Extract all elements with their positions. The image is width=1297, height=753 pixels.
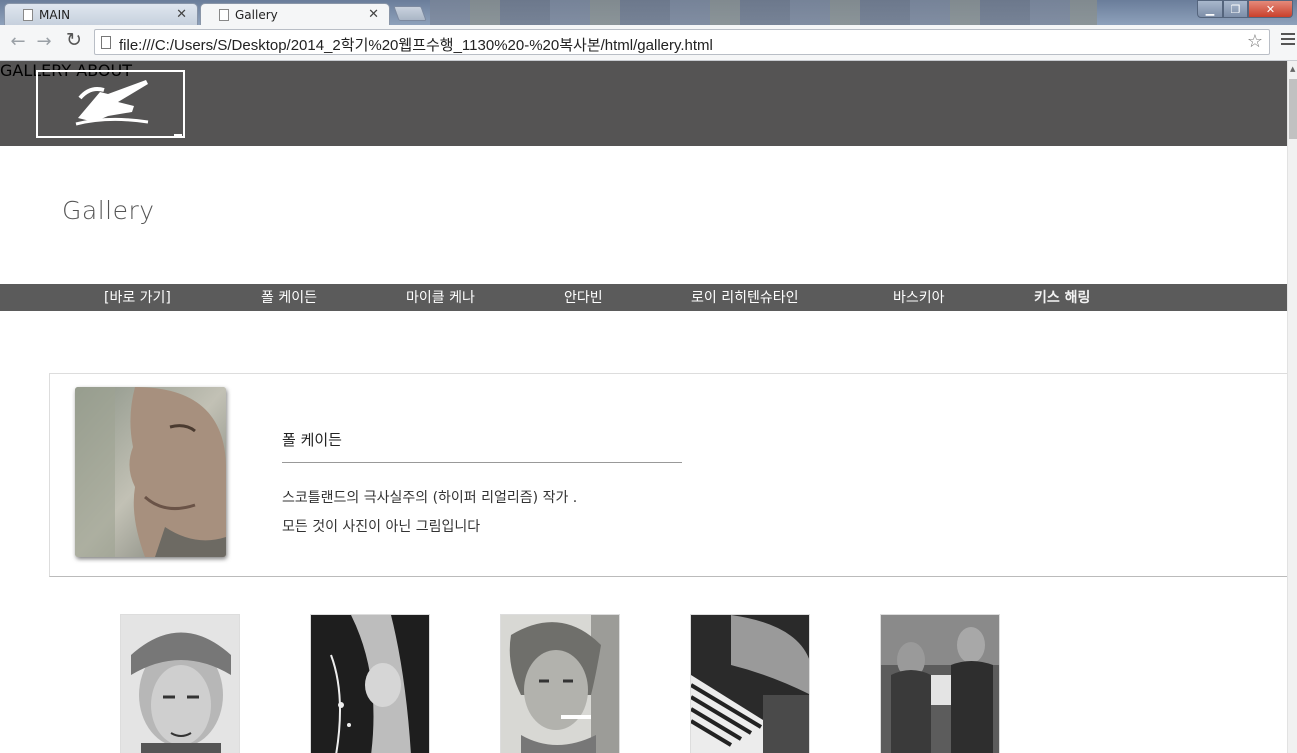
artist-nav-bar: [바로 가기] 폴 케이든 마이클 케나 안다빈 로이 리히텐슈타인 바스키아 … xyxy=(0,284,1287,311)
minimize-button[interactable]: ▁ xyxy=(1197,0,1223,18)
description-line: 스코틀랜드의 극사실주의 (하이퍼 리얼리즘) 작가 . xyxy=(282,490,578,506)
browser-toolbar: ← → ↻ file:///C:/Users/S/Desktop/2014_2학… xyxy=(0,25,1297,61)
gallery-thumbnail[interactable] xyxy=(310,614,430,753)
scrollbar-thumb[interactable] xyxy=(1289,79,1297,139)
divider xyxy=(282,462,682,463)
gallery-thumbnail[interactable] xyxy=(120,614,240,753)
page-icon xyxy=(101,36,111,49)
artist-nav-lichtenstein[interactable]: 로이 리히텐슈타인 xyxy=(691,287,799,307)
artist-nav-andabin[interactable]: 안다빈 xyxy=(564,287,603,307)
new-tab-button[interactable] xyxy=(393,6,427,21)
page-icon xyxy=(23,8,33,21)
menu-icon[interactable] xyxy=(1281,33,1295,48)
pen-hand-icon xyxy=(75,80,182,136)
close-window-button[interactable]: ✕ xyxy=(1248,0,1293,18)
address-bar[interactable]: file:///C:/Users/S/Desktop/2014_2학기%20웹프… xyxy=(94,29,1270,55)
bookmark-star-icon[interactable]: ☆ xyxy=(1247,31,1263,52)
artist-portrait xyxy=(75,387,226,557)
logo[interactable] xyxy=(36,70,185,138)
forward-arrow-icon[interactable]: → xyxy=(32,31,56,52)
gallery-thumbnail[interactable] xyxy=(500,614,620,753)
reload-icon[interactable]: ↻ xyxy=(62,29,86,51)
artist-nav-paul-cadden[interactable]: 폴 케이든 xyxy=(261,287,317,307)
scroll-up-icon[interactable]: ▲ xyxy=(1290,65,1295,73)
page-icon xyxy=(219,8,229,21)
window-controls: ▁ ❐ ✕ xyxy=(1197,0,1293,18)
artist-nav-shortcut[interactable]: [바로 가기] xyxy=(104,287,171,307)
artist-name: 폴 케이든 xyxy=(282,431,342,449)
artist-nav-basquiat[interactable]: 바스키아 xyxy=(893,287,945,307)
tab-main[interactable]: MAIN ✕ xyxy=(4,3,198,25)
maximize-button[interactable]: ❐ xyxy=(1223,0,1248,18)
tab-label: MAIN xyxy=(39,7,71,22)
url-text[interactable]: file:///C:/Users/S/Desktop/2014_2학기%20웹프… xyxy=(119,34,713,55)
back-arrow-icon[interactable]: ← xyxy=(6,31,30,52)
vertical-scrollbar[interactable]: ▲ xyxy=(1287,61,1297,753)
artist-card: 폴 케이든 스코틀랜드의 극사실주의 (하이퍼 리얼리즘) 작가 . 모든 것이… xyxy=(49,373,1287,577)
tab-label: Gallery xyxy=(235,7,278,22)
artist-description: 스코틀랜드의 극사실주의 (하이퍼 리얼리즘) 작가 . 모든 것이 사진이 아… xyxy=(282,484,577,542)
page-viewport: GALLERY ABOUT Gallery [바로 가기] 폴 케이든 마이클 … xyxy=(0,61,1287,753)
gallery-thumbnail[interactable] xyxy=(880,614,1000,753)
site-header: GALLERY ABOUT xyxy=(0,61,1287,146)
desktop-background xyxy=(430,0,1097,25)
gallery-thumbnail[interactable] xyxy=(690,614,810,753)
artist-nav-michael-kenna[interactable]: 마이클 케나 xyxy=(406,287,475,307)
page-title: Gallery xyxy=(62,196,155,225)
close-tab-icon[interactable]: ✕ xyxy=(368,7,379,22)
tab-gallery[interactable]: Gallery ✕ xyxy=(200,3,390,25)
artist-nav-keith-haring[interactable]: 키스 해링 xyxy=(1034,287,1090,307)
close-tab-icon[interactable]: ✕ xyxy=(176,7,187,22)
description-line: 모든 것이 사진이 아닌 그림입니다 xyxy=(282,519,481,535)
tab-strip: MAIN ✕ Gallery ✕ ▁ ❐ ✕ xyxy=(0,0,1297,25)
